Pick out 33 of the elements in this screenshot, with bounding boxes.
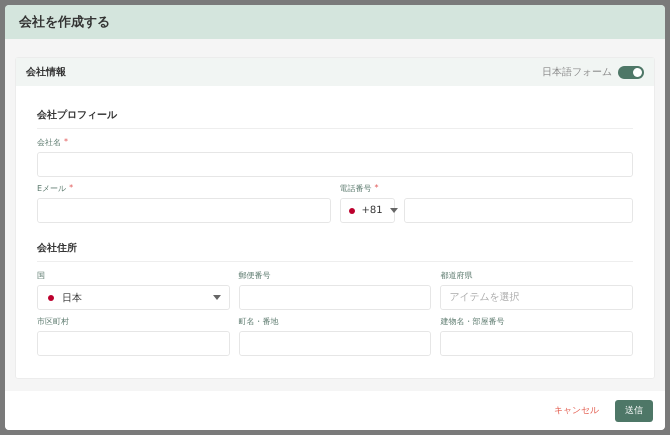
- input-field[interactable]: [37, 198, 330, 224]
- section-heading: 会社プロフィール: [37, 98, 633, 130]
- input-field[interactable]: [37, 152, 633, 178]
- field-label: 町名・番地: [238, 316, 279, 328]
- cancel-button[interactable]: キャンセル: [548, 403, 605, 418]
- section-heading: 会社住所: [37, 231, 633, 262]
- toggle-switch[interactable]: [618, 66, 644, 79]
- input-field[interactable]: [238, 285, 432, 310]
- submit-button[interactable]: 送信: [615, 400, 653, 422]
- field-label: 電話番号: [340, 183, 372, 194]
- toggle-label: 日本語フォーム: [542, 66, 612, 80]
- required-mark: *: [69, 183, 74, 194]
- required-mark: *: [374, 183, 378, 194]
- field-label: 市区町村: [37, 316, 69, 328]
- card-title: 会社情報: [26, 66, 66, 80]
- flag-dot-icon: [348, 208, 354, 214]
- caret-icon: [390, 208, 398, 214]
- input-field[interactable]: アイテムを選択: [440, 285, 633, 310]
- caret-icon: [212, 295, 221, 300]
- field-label: 建物名・部屋番号: [440, 316, 504, 328]
- flag-dot-icon: [48, 294, 54, 301]
- field-label: Eメール: [37, 183, 66, 194]
- input-field[interactable]: [440, 331, 633, 356]
- input-field[interactable]: [37, 331, 230, 356]
- required-mark: *: [64, 137, 68, 148]
- input-field[interactable]: [238, 331, 432, 356]
- dialog-title: 会社を作成する: [19, 14, 110, 32]
- field-label: 会社名: [37, 137, 61, 148]
- field-label: 都道府県: [440, 270, 472, 282]
- input-field[interactable]: [404, 198, 633, 224]
- field-label: 国: [37, 270, 45, 282]
- country-select[interactable]: 日本: [37, 285, 230, 310]
- field-label: 郵便番号: [238, 270, 271, 282]
